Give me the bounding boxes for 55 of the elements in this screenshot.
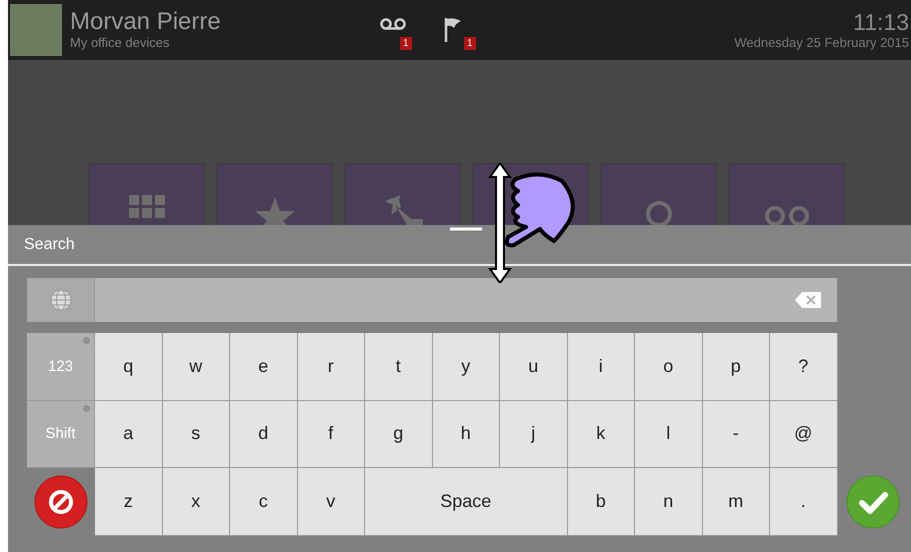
- key[interactable]: k: [568, 400, 635, 468]
- key[interactable]: v: [298, 468, 365, 536]
- confirm-button[interactable]: [846, 474, 900, 529]
- menu-tile[interactable]: [728, 163, 845, 225]
- globe-icon: [50, 289, 72, 311]
- key[interactable]: @: [770, 400, 838, 468]
- key[interactable]: q: [95, 333, 162, 400]
- space-key[interactable]: Space: [365, 468, 568, 536]
- key[interactable]: w: [162, 333, 230, 400]
- key[interactable]: c: [230, 468, 298, 536]
- notification-badge: 1: [400, 37, 412, 50]
- backspace-icon[interactable]: [795, 292, 821, 308]
- search-title: Search: [24, 236, 75, 254]
- key[interactable]: e: [230, 333, 298, 400]
- key[interactable]: b: [568, 468, 635, 536]
- clock-date: Wednesday 25 February 2015: [734, 35, 909, 51]
- key[interactable]: l: [635, 400, 702, 468]
- voicemail-icon: [764, 205, 810, 225]
- key[interactable]: f: [298, 400, 365, 468]
- key[interactable]: ?: [770, 333, 838, 400]
- menu-tile[interactable]: [216, 163, 333, 225]
- menu-tile[interactable]: [600, 163, 717, 225]
- key[interactable]: t: [365, 333, 432, 400]
- user-subtitle: My office devices: [70, 35, 170, 51]
- key[interactable]: d: [230, 400, 298, 468]
- key[interactable]: z: [95, 468, 162, 536]
- flag-icon[interactable]: [444, 17, 462, 43]
- menu-tile[interactable]: [344, 163, 461, 225]
- arrow-icon: [382, 193, 422, 225]
- user-name: Morvan Pierre: [70, 9, 222, 35]
- photo-placeholder: [10, 4, 62, 56]
- key[interactable]: n: [635, 468, 702, 536]
- menu-tile[interactable]: [88, 163, 205, 225]
- key[interactable]: i: [568, 333, 635, 400]
- cancel-button[interactable]: [34, 474, 88, 529]
- key[interactable]: u: [500, 333, 568, 400]
- key[interactable]: -: [702, 400, 770, 468]
- key[interactable]: a: [95, 400, 162, 468]
- search-field[interactable]: [95, 278, 837, 322]
- star-icon: [254, 197, 294, 225]
- key[interactable]: h: [432, 400, 500, 468]
- language-button[interactable]: [27, 278, 95, 322]
- key[interactable]: x: [162, 468, 230, 536]
- key[interactable]: p: [702, 333, 770, 400]
- key[interactable]: y: [432, 333, 500, 400]
- key[interactable]: o: [635, 333, 702, 400]
- notification-badge: 1: [464, 37, 476, 50]
- key[interactable]: m: [702, 468, 770, 536]
- key[interactable]: j: [500, 400, 568, 468]
- key[interactable]: s: [162, 400, 230, 468]
- key[interactable]: r: [298, 333, 365, 400]
- key[interactable]: .: [770, 468, 838, 536]
- clock-time: 11:13: [853, 9, 909, 35]
- key[interactable]: g: [365, 400, 432, 468]
- voicemail-icon[interactable]: [380, 17, 406, 31]
